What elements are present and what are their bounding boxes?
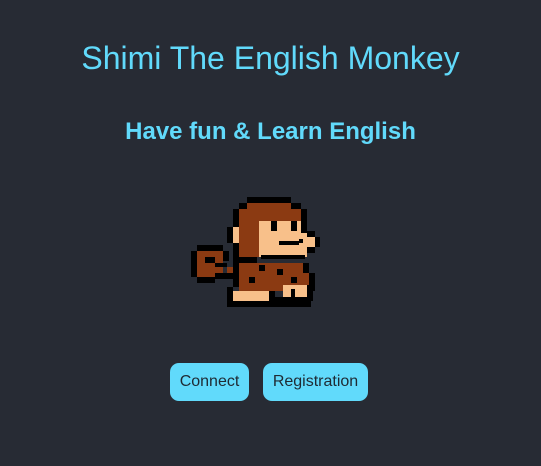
registration-button[interactable]: Registration xyxy=(263,363,368,401)
page-title: Shimi The English Monkey xyxy=(81,40,460,76)
page-subtitle: Have fun & Learn English xyxy=(125,118,416,145)
connect-button[interactable]: Connect xyxy=(170,363,249,401)
monkey-icon xyxy=(187,193,320,312)
landing-page: Shimi The English Monkey Have fun & Lear… xyxy=(0,0,541,466)
